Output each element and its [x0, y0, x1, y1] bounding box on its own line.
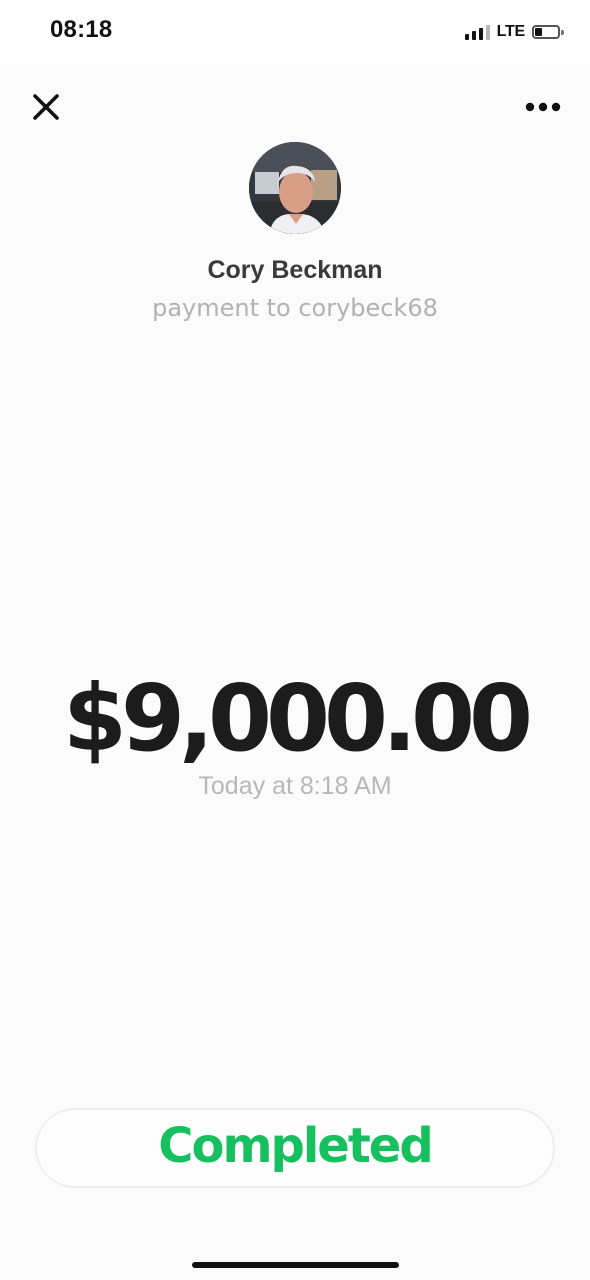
payment-subtitle: payment to corybeck68 [152, 294, 438, 322]
avatar [249, 142, 341, 234]
cellular-signal-icon [464, 24, 490, 40]
close-button[interactable] [28, 88, 64, 124]
payment-timestamp: Today at 8:18 AM [198, 772, 392, 800]
status-bar: 08:18 LTE [0, 0, 590, 64]
recipient-name: Cory Beckman [207, 256, 383, 284]
network-type-label: LTE [496, 23, 526, 40]
payment-status-label: Completed [158, 1118, 433, 1174]
status-time: 08:18 [50, 16, 113, 43]
close-icon [33, 94, 59, 120]
payment-amount: $9,000.00 [63, 665, 533, 772]
payment-receipt-screen: 08:18 LTE Cory Beckman payment to corybe… [0, 0, 590, 1280]
home-indicator[interactable] [192, 1262, 399, 1268]
battery-level [535, 28, 542, 36]
more-options-button[interactable] [524, 92, 564, 122]
profile-photo-icon [249, 142, 341, 234]
battery-icon [532, 25, 564, 39]
payment-status-pill: Completed [35, 1108, 555, 1188]
more-horizontal-icon [525, 102, 561, 112]
status-indicators: LTE [464, 20, 564, 44]
